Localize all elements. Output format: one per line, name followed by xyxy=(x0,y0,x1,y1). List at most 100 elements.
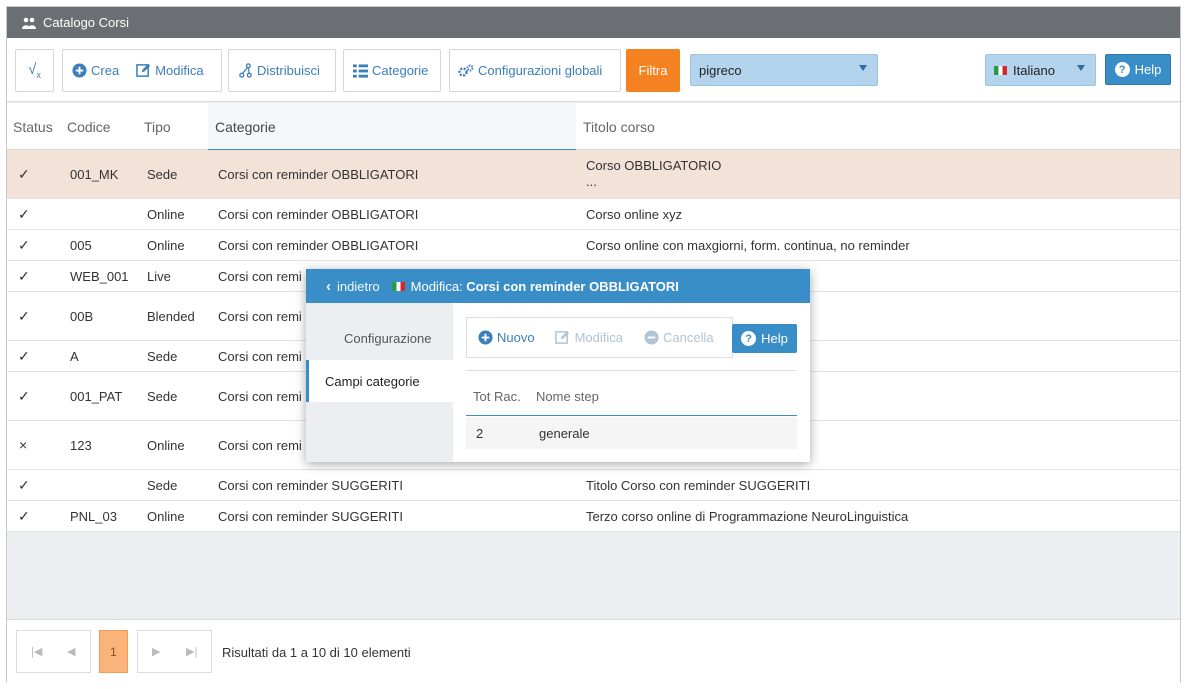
status-check-icon: ✓ xyxy=(18,477,30,493)
col-titolo[interactable]: Titolo corso xyxy=(583,119,655,135)
modifica-button[interactable]: Modifica xyxy=(127,50,211,91)
col-nome-step[interactable]: Nome step xyxy=(536,389,599,404)
question-circle-icon: ? xyxy=(741,331,757,346)
cell-tipo: Online xyxy=(147,438,185,453)
pager-forward-group: ▶ ▶| xyxy=(137,630,212,673)
language-select[interactable]: Italiano xyxy=(985,54,1096,86)
edit-category-dialog: ‹ indietro Modifica: Corsi con reminder … xyxy=(306,269,810,462)
tab-configurazione[interactable]: Configurazione xyxy=(306,317,453,359)
plus-circle-icon xyxy=(477,330,493,346)
col-tipo[interactable]: Tipo xyxy=(144,119,171,135)
list-icon xyxy=(352,63,368,79)
gears-icon xyxy=(458,63,474,79)
status-check-icon: ✓ xyxy=(18,268,30,284)
table-row[interactable]: ✓ PNL_03 Online Corsi con reminder SUGGE… xyxy=(7,501,1180,532)
cell-categoria: Corsi con remi xyxy=(218,438,302,453)
status-check-icon: ✓ xyxy=(18,348,30,364)
table-row[interactable]: 2 generale xyxy=(466,417,797,449)
cell-titolo: Titolo Corso con reminder SUGGERITI xyxy=(586,478,811,493)
modifica-label: Modifica xyxy=(155,63,204,78)
cell-tipo: Online xyxy=(147,509,185,524)
italy-flag-icon xyxy=(994,65,1007,75)
cell-categoria: Corsi con reminder OBBLIGATORI xyxy=(218,238,419,253)
cell-tipo: Sede xyxy=(147,389,178,404)
cell-tipo: Online xyxy=(147,207,185,222)
dialog-grid-header: Tot Rac. Nome step xyxy=(466,370,797,416)
filter-select-value: pigreco xyxy=(699,62,742,78)
cancella-button-disabled[interactable]: Cancella xyxy=(633,330,724,346)
crud-button-group: Crea Modifica xyxy=(62,49,222,92)
cancella-label: Cancella xyxy=(663,330,714,345)
window-title: Catalogo Corsi xyxy=(43,15,129,30)
cell-categoria: Corsi con remi xyxy=(218,269,302,284)
dialog-help-button[interactable]: ? Help xyxy=(732,324,797,353)
cell-codice: 001_MK xyxy=(70,167,119,182)
col-status[interactable]: Status xyxy=(13,119,53,135)
cell-categoria: Corsi con reminder OBBLIGATORI xyxy=(218,207,419,222)
dialog-toolbar: Nuovo Modifica Cancella xyxy=(466,317,733,358)
italy-flag-icon xyxy=(391,281,405,291)
first-page-icon[interactable]: |◀ xyxy=(31,645,42,658)
crea-button[interactable]: Crea xyxy=(63,50,127,91)
distribuisci-button[interactable]: Distribuisci xyxy=(228,49,336,92)
help-label: Help xyxy=(1134,62,1162,77)
filter-select[interactable]: pigreco xyxy=(690,54,878,86)
status-check-icon: ✓ xyxy=(18,206,30,222)
status-check-icon: ✓ xyxy=(18,388,30,404)
table-row[interactable]: ✓ 005 Online Corsi con reminder OBBLIGAT… xyxy=(7,230,1180,261)
modifica-button-disabled[interactable]: Modifica xyxy=(545,330,633,346)
dialog-title-name: Corsi con reminder OBBLIGATORI xyxy=(466,278,679,294)
cell-categoria: Corsi con reminder SUGGERITI xyxy=(218,478,403,493)
people-icon xyxy=(21,16,37,30)
cell-codice: 00B xyxy=(70,309,94,324)
cell-titolo: Corso OBBLIGATORIO xyxy=(586,158,722,173)
toolbar: √x Crea Modifica Distribuisci Categorie xyxy=(7,38,1180,102)
chevron-down-icon xyxy=(859,65,867,71)
language-select-value: Italiano xyxy=(1013,62,1055,78)
cell-codice: 005 xyxy=(70,238,92,253)
status-cross-icon: × xyxy=(19,437,28,453)
cell-titolo: Corso online con maxgiorni, form. contin… xyxy=(586,238,910,253)
col-categorie[interactable]: Categorie xyxy=(215,119,276,135)
cell-codice: 001_PAT xyxy=(70,389,123,404)
cell-categoria: Corsi con remi xyxy=(218,309,302,324)
status-check-icon: ✓ xyxy=(18,308,30,324)
filtra-button[interactable]: Filtra xyxy=(626,49,680,92)
last-page-icon[interactable]: ▶| xyxy=(186,645,197,658)
cell-nome: generale xyxy=(539,426,590,441)
cell-codice: PNL_03 xyxy=(70,509,117,524)
back-button[interactable]: ‹ indietro xyxy=(326,278,380,295)
table-row[interactable]: ✓ Sede Corsi con reminder SUGGERITI Tito… xyxy=(7,470,1180,501)
clear-filter-button[interactable]: √x xyxy=(15,49,54,92)
col-tot-rac[interactable]: Tot Rac. xyxy=(473,389,521,404)
cell-tipo: Blended xyxy=(147,309,195,324)
status-check-icon: ✓ xyxy=(18,508,30,524)
tab-campi-categorie[interactable]: Campi categorie xyxy=(306,360,453,402)
configurazioni-globali-button[interactable]: Configurazioni globali xyxy=(449,49,621,92)
cell-codice: 123 xyxy=(70,438,92,453)
share-nodes-icon xyxy=(237,63,253,79)
next-page-icon[interactable]: ▶ xyxy=(152,645,160,658)
nuovo-button[interactable]: Nuovo xyxy=(467,330,545,346)
cell-categoria: Corsi con remi xyxy=(218,349,302,364)
plus-circle-icon xyxy=(71,63,87,79)
dialog-title: Modifica: Corsi con reminder OBBLIGATORI xyxy=(411,279,679,294)
col-codice[interactable]: Codice xyxy=(67,119,111,135)
cell-codice: A xyxy=(70,349,79,364)
table-row[interactable]: ✓ Online Corsi con reminder OBBLIGATORI … xyxy=(7,199,1180,230)
edit-icon xyxy=(555,330,571,346)
table-row[interactable]: ✓ 001_MK Sede Corsi con reminder OBBLIGA… xyxy=(7,150,1180,199)
back-label: indietro xyxy=(337,278,380,294)
cell-tipo: Sede xyxy=(147,478,178,493)
current-page[interactable]: 1 xyxy=(99,630,128,673)
configurazioni-label: Configurazioni globali xyxy=(478,63,603,78)
pager-back-group: |◀ ◀ xyxy=(16,630,91,673)
prev-page-icon[interactable]: ◀ xyxy=(67,645,75,658)
help-button[interactable]: ? Help xyxy=(1105,54,1171,85)
cell-categoria: Corsi con reminder OBBLIGATORI xyxy=(218,167,419,182)
window-titlebar: Catalogo Corsi xyxy=(7,7,1180,38)
cell-titolo-more: ... xyxy=(586,174,597,189)
dialog-content: Nuovo Modifica Cancella ? Help Tot Rac. … xyxy=(453,303,810,462)
minus-circle-icon xyxy=(643,330,659,346)
categorie-button[interactable]: Categorie xyxy=(343,49,441,92)
